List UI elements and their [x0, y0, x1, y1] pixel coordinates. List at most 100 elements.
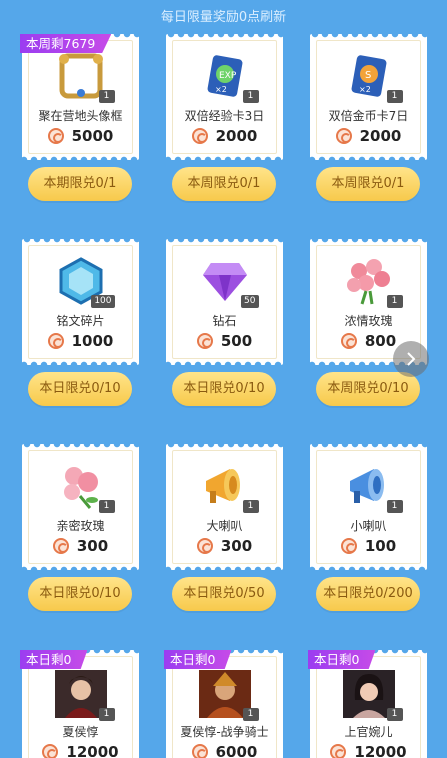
item-name: 钻石: [212, 314, 237, 328]
item-name: 双倍金币卡7日: [328, 109, 409, 123]
coin-icon: [47, 333, 64, 349]
quantity-badge: 1: [242, 90, 259, 103]
coin-icon: [335, 128, 352, 144]
price-value: 300: [220, 537, 253, 555]
rose-bouquet-icon: 1: [341, 256, 403, 308]
quantity-badge: 100: [91, 295, 115, 308]
exchange-button[interactable]: 本日限兑0/10: [172, 372, 276, 406]
price-value: 5000: [71, 127, 114, 145]
exchange-button[interactable]: 本周限兑0/1: [172, 167, 276, 201]
item-card[interactable]: 100 铭文碎片 1000: [22, 239, 139, 365]
exchange-button[interactable]: 本日限兑0/200: [316, 577, 420, 611]
price-value: 1000: [71, 332, 114, 350]
svg-text:×2: ×2: [359, 85, 371, 94]
price-value: 2000: [359, 127, 402, 145]
exchange-button[interactable]: 本周限兑0/10: [316, 372, 420, 406]
hero-portrait-icon: 1: [53, 669, 115, 721]
exchange-button[interactable]: 本日限兑0/50: [172, 577, 276, 611]
inscription-shard-icon: 100: [53, 256, 115, 308]
quantity-badge: 50: [241, 295, 259, 308]
gold-card-icon: S ×2 1: [341, 51, 403, 103]
quantity-badge: 1: [98, 500, 115, 513]
quantity-badge: 1: [386, 500, 403, 513]
price-value: 500: [220, 332, 253, 350]
item-name: 夏侯惇-战争骑士: [180, 725, 269, 739]
quantity-badge: 1: [242, 708, 259, 721]
item-name: 亲密玫瑰: [56, 519, 105, 533]
stock-badge: 本日剩0: [308, 650, 376, 669]
price-value: 6000: [215, 743, 258, 758]
item-name: 夏侯惇: [62, 725, 99, 739]
price: 2000: [317, 127, 420, 145]
item-card[interactable]: 本周剩7679 1 聚在营地头像框 5000: [20, 34, 139, 160]
exp-card-icon: EXP ×2 1: [197, 51, 259, 103]
coin-icon: [196, 538, 213, 554]
stock-badge: 本日剩0: [20, 650, 88, 669]
chevron-right-icon[interactable]: [393, 341, 429, 377]
coin-icon: [191, 128, 208, 144]
price: 500: [173, 332, 276, 350]
exchange-button[interactable]: 本周限兑0/1: [316, 167, 420, 201]
quantity-badge: 1: [386, 295, 403, 308]
coin-icon: [330, 744, 347, 758]
item-card[interactable]: EXP ×2 1 双倍经验卡3日 2000: [166, 34, 283, 160]
quantity-badge: 1: [98, 90, 115, 103]
item-card[interactable]: S ×2 1 双倍金币卡7日 2000: [310, 34, 427, 160]
big-horn-icon: 1: [197, 461, 259, 513]
price: 300: [29, 537, 132, 555]
diamond-icon: 50: [197, 256, 259, 308]
item-name: 浓情玫瑰: [344, 314, 393, 328]
item-card[interactable]: 50 钻石 500: [166, 239, 283, 365]
price-value: 2000: [215, 127, 258, 145]
quantity-badge: 1: [98, 708, 115, 721]
price: 1000: [29, 332, 132, 350]
hero-portrait-icon: 1: [341, 669, 403, 721]
stock-badge: 本日剩0: [164, 650, 232, 669]
price: 300: [173, 537, 276, 555]
svg-text:EXP: EXP: [219, 71, 237, 81]
avatar-frame-icon: 1: [53, 51, 115, 103]
price: 100: [317, 537, 420, 555]
item-card[interactable]: 本日剩0 1 上官婉儿 12000: [308, 650, 427, 758]
coin-icon: [191, 744, 208, 758]
price: 2000: [173, 127, 276, 145]
svg-text:×2: ×2: [215, 85, 227, 94]
stock-badge: 本周剩7679: [20, 34, 112, 53]
quantity-badge: 1: [242, 500, 259, 513]
coin-icon: [340, 538, 357, 554]
item-card[interactable]: 1 大喇叭 300: [166, 444, 283, 570]
skin-portrait-icon: 1: [197, 669, 259, 721]
item-name: 大喇叭: [206, 519, 243, 533]
coin-icon: [42, 744, 59, 758]
price-value: 12000: [354, 743, 407, 758]
svg-text:S: S: [365, 70, 371, 81]
exchange-button[interactable]: 本日限兑0/10: [28, 577, 132, 611]
exchange-button[interactable]: 本日限兑0/10: [28, 372, 132, 406]
exchange-button[interactable]: 本期限兑0/1: [28, 167, 132, 201]
price: 12000: [29, 743, 132, 758]
price-value: 300: [76, 537, 109, 555]
price: 6000: [173, 743, 276, 758]
price-value: 100: [364, 537, 397, 555]
price: 5000: [29, 127, 132, 145]
quantity-badge: 1: [386, 90, 403, 103]
coin-icon: [52, 538, 69, 554]
item-card[interactable]: 1 亲密玫瑰 300: [22, 444, 139, 570]
item-card[interactable]: 本日剩0 1 夏侯惇-战争骑士 6000: [164, 650, 283, 758]
item-name: 小喇叭: [350, 519, 387, 533]
small-horn-icon: 1: [341, 461, 403, 513]
coin-icon: [47, 128, 64, 144]
price-value: 800: [364, 332, 397, 350]
item-name: 上官婉儿: [344, 725, 393, 739]
item-card[interactable]: 1 小喇叭 100: [310, 444, 427, 570]
item-name: 铭文碎片: [56, 314, 105, 328]
coin-icon: [196, 333, 213, 349]
rose-icon: 1: [53, 461, 115, 513]
coin-icon: [340, 333, 357, 349]
item-name: 双倍经验卡3日: [184, 109, 265, 123]
quantity-badge: 1: [386, 708, 403, 721]
item-name: 聚在营地头像框: [38, 109, 123, 123]
price-value: 12000: [66, 743, 119, 758]
item-card[interactable]: 本日剩0 1 夏侯惇 12000: [20, 650, 139, 758]
price: 12000: [317, 743, 420, 758]
